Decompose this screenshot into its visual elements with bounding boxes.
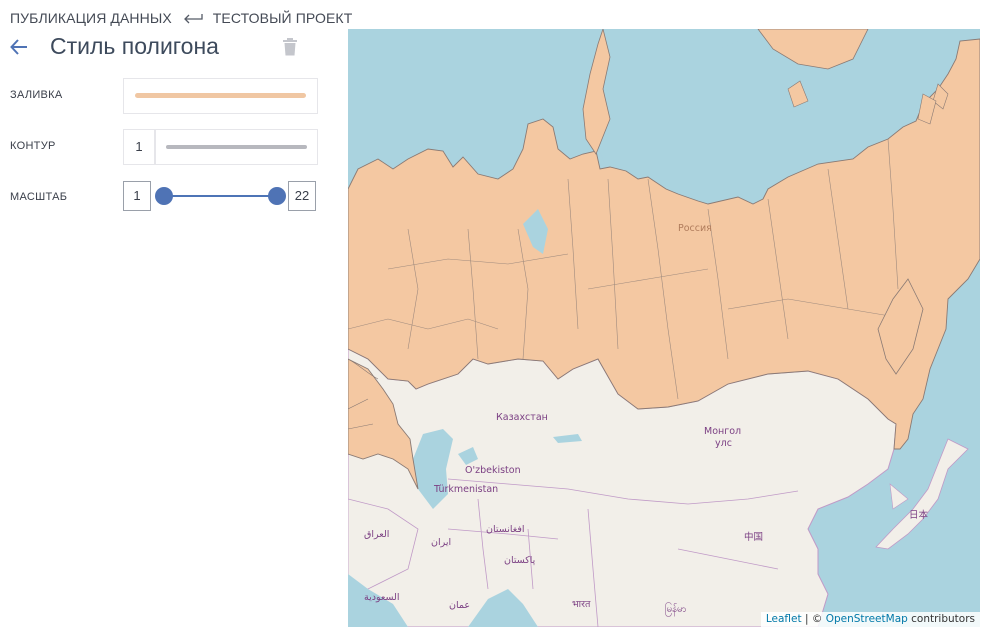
outline-label: КОНТУР — [10, 140, 56, 152]
breadcrumb: ПУБЛИКАЦИЯ ДАННЫХ ТЕСТОВЫЙ ПРОЕКТ — [10, 10, 352, 26]
scale-min-input[interactable]: 1 — [123, 181, 151, 211]
scale-row: МАСШТАБ 1 22 — [10, 181, 318, 211]
scale-max-input[interactable]: 22 — [288, 181, 316, 211]
map-label-china: 中国 — [744, 532, 764, 543]
breadcrumb-project[interactable]: ТЕСТОВЫЙ ПРОЕКТ — [213, 10, 353, 26]
osm-link[interactable]: OpenStreetMap — [826, 613, 908, 625]
map-label-pakistan: پاکستان — [504, 555, 536, 566]
fill-color-swatch — [135, 93, 306, 98]
outline-color-picker[interactable] — [155, 129, 318, 165]
scale-slider-track[interactable] — [164, 195, 278, 197]
outline-color-swatch — [166, 145, 307, 149]
outline-width-input[interactable]: 1 — [123, 129, 155, 165]
back-arrow-icon[interactable] — [10, 37, 28, 57]
map-label-mongolia-1: Монгол — [704, 426, 742, 437]
fill-label: ЗАЛИВКА — [10, 89, 63, 101]
outline-row: КОНТУР 1 — [10, 129, 318, 165]
title-row: Стиль полигона — [10, 33, 310, 63]
map-label-iran: ایران — [431, 537, 452, 548]
map-label-oman: عمان — [449, 600, 471, 611]
map-label-russia: Россия — [678, 223, 712, 234]
map-view[interactable]: Россия Казахстан Монгол улс O'zbekiston … — [348, 29, 980, 627]
map-label-uzbekistan: O'zbekiston — [465, 465, 521, 476]
map-label-india: भारत — [572, 599, 591, 610]
map-label-mongolia-2: улс — [715, 438, 732, 449]
map-label-afghanistan: افغانستان — [486, 524, 525, 535]
return-arrow-icon — [182, 12, 204, 24]
page-title: Стиль полигона — [50, 33, 219, 59]
scale-min-handle[interactable] — [155, 187, 173, 205]
map-attribution: Leaflet | © OpenStreetMap contributors — [760, 612, 980, 627]
map-label-kazakhstan: Казахстан — [496, 412, 548, 423]
fill-row: ЗАЛИВКА — [10, 78, 318, 114]
trash-icon[interactable] — [282, 38, 298, 56]
leaflet-link[interactable]: Leaflet — [766, 613, 802, 625]
scale-max-handle[interactable] — [268, 187, 286, 205]
map-label-japan: 日本 — [909, 510, 929, 521]
attribution-separator: | © — [801, 613, 826, 625]
scale-label: МАСШТАБ — [10, 191, 68, 203]
map-label-saudi: السعودية — [364, 592, 400, 603]
breadcrumb-section[interactable]: ПУБЛИКАЦИЯ ДАННЫХ — [10, 10, 172, 26]
map-label-turkmenistan: Türkmenistan — [434, 484, 499, 495]
attribution-contributors: contributors — [907, 613, 975, 625]
map-label-iraq: العراق — [364, 529, 390, 540]
map-label-myanmar: မြန်မာ — [665, 604, 687, 615]
fill-color-picker[interactable] — [123, 78, 318, 114]
